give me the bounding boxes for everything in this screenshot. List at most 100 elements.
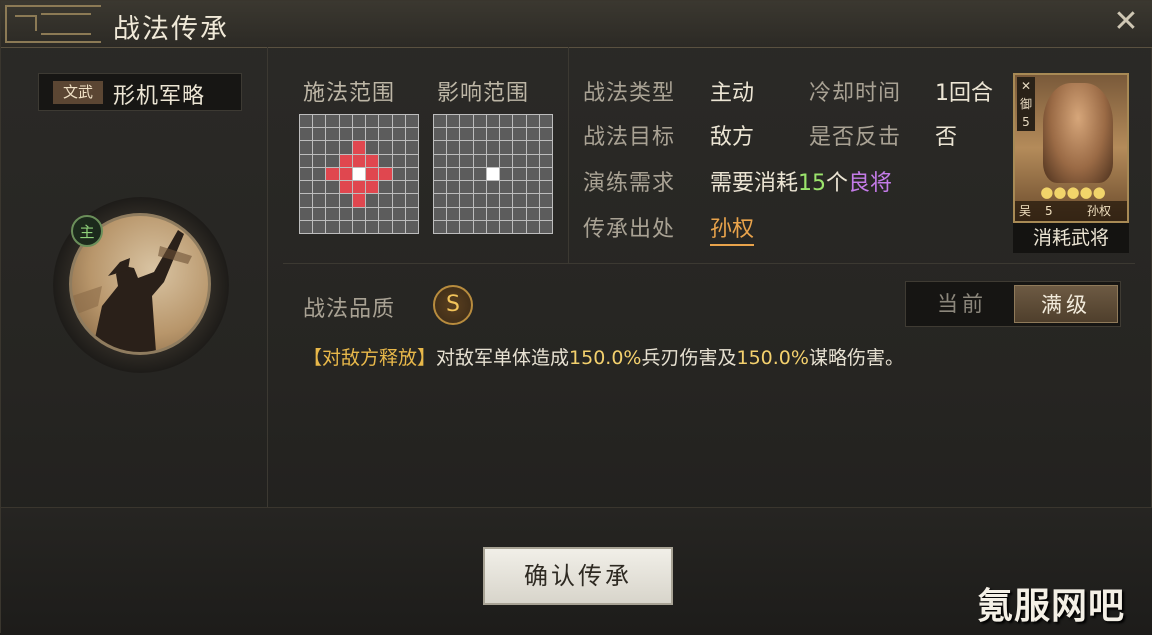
grid-cell [405, 207, 418, 220]
grid-cell [473, 181, 486, 194]
grid-cell [434, 181, 447, 194]
grid-cell [339, 141, 352, 154]
level-toggle: 当前 满级 [905, 281, 1121, 327]
card-footer: 吴 5 孙权 [1015, 201, 1127, 221]
grid-cell [313, 128, 326, 141]
grid-cell [366, 207, 379, 220]
grid-cell [500, 128, 513, 141]
watermark: 氪服网吧 [977, 586, 1126, 627]
grid-cell [392, 167, 405, 181]
grid-cell [379, 115, 392, 128]
grid-cell [539, 141, 552, 154]
dialog-title: 战法传承 [113, 14, 229, 45]
grid-cell [379, 220, 392, 233]
grid-cell [460, 115, 473, 128]
grid-cell [326, 128, 339, 141]
cooldown-value: 1回合 [935, 81, 993, 106]
general-card[interactable]: ✕ 御 5 ●●●●● 吴 5 孙权 [1013, 73, 1129, 223]
grid-cell [326, 154, 339, 167]
grid-cell [405, 194, 418, 207]
grid-range-cell [339, 181, 352, 194]
desc-part2: 兵刃伤害及 [641, 347, 737, 369]
grid-cell [352, 115, 366, 128]
grid-cell [392, 128, 405, 141]
skill-type-badge: 文武 [53, 81, 103, 104]
grid-cell [392, 181, 405, 194]
grid-cell [300, 115, 313, 128]
grid-cell [366, 115, 379, 128]
grid-cell [539, 181, 552, 194]
card-caption: 消耗武将 [1013, 223, 1129, 253]
grid-cell [500, 181, 513, 194]
grid-cell [326, 220, 339, 233]
grid-cell [539, 220, 552, 233]
grid-cell [526, 128, 539, 141]
grid-cell [500, 194, 513, 207]
grid-cell [526, 207, 539, 220]
grid-cell [513, 141, 526, 154]
grid-cell [539, 128, 552, 141]
grid-cell [405, 115, 418, 128]
grid-cell [447, 154, 460, 167]
quality-grade-badge: S [433, 285, 473, 325]
skill-name: 形机军略 [113, 84, 206, 109]
grid-cell [379, 141, 392, 154]
grid-cell [500, 207, 513, 220]
current-level-button[interactable]: 当前 [910, 285, 1014, 323]
grid-cell [326, 207, 339, 220]
grid-cell [460, 181, 473, 194]
grid-cell [513, 154, 526, 167]
grid-cell [513, 167, 526, 181]
grid-cell [460, 128, 473, 141]
train-prefix: 需要消耗 [710, 171, 799, 196]
source-general-link[interactable]: 孙权 [710, 211, 755, 246]
grid-cell [352, 220, 366, 233]
grid-cell [326, 141, 339, 154]
header-ornament-icon [5, 5, 101, 43]
grid-cell [339, 115, 352, 128]
grid-cell [539, 115, 552, 128]
skill-type-label: 战法类型 [583, 81, 676, 106]
grid-cell [434, 167, 447, 181]
grid-cell [539, 154, 552, 167]
grid-cell [326, 115, 339, 128]
grid-cell [539, 167, 552, 181]
grid-cell [513, 220, 526, 233]
card-rank: 5 [1022, 115, 1030, 129]
grid-range-cell [366, 167, 379, 181]
grid-cell [339, 128, 352, 141]
max-level-button[interactable]: 满级 [1014, 285, 1118, 323]
grid-cell [405, 128, 418, 141]
grid-cell [526, 141, 539, 154]
grid-cell [392, 115, 405, 128]
confirm-inherit-button[interactable]: 确认传承 [483, 547, 673, 605]
card-role: 御 [1019, 97, 1032, 111]
grid-cell [447, 128, 460, 141]
grid-cell [486, 181, 500, 194]
grid-cell [434, 115, 447, 128]
cooldown-label: 冷却时间 [809, 81, 902, 106]
grid-cell [526, 154, 539, 167]
counter-value: 否 [935, 125, 958, 150]
grid-cell [500, 115, 513, 128]
grid-cell [447, 194, 460, 207]
grid-cell [392, 141, 405, 154]
grid-cell [326, 194, 339, 207]
grid-cell [352, 207, 366, 220]
grid-cell [513, 194, 526, 207]
grid-cell [500, 141, 513, 154]
desc-value2: 150.0% [736, 347, 809, 369]
close-icon[interactable]: ✕ [1111, 7, 1141, 37]
grid-cell [473, 128, 486, 141]
grid-center-cell [486, 167, 500, 181]
grid-cell [313, 115, 326, 128]
general-portrait [1043, 83, 1113, 183]
grid-cell [486, 115, 500, 128]
grid-cell [313, 194, 326, 207]
grid-cell [473, 207, 486, 220]
grid-cell [313, 141, 326, 154]
grid-cell [486, 207, 500, 220]
grid-cell [473, 154, 486, 167]
grid-cell [447, 115, 460, 128]
grid-cell [379, 194, 392, 207]
